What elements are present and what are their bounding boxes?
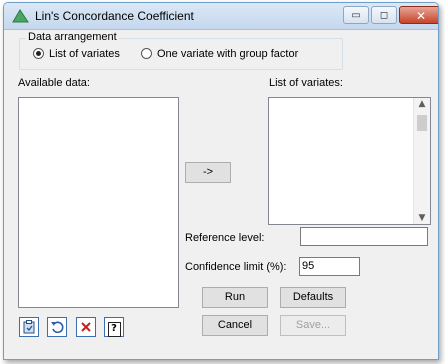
reference-level-input[interactable] bbox=[300, 227, 428, 246]
run-button[interactable]: Run bbox=[202, 287, 268, 308]
scroll-thumb[interactable] bbox=[417, 115, 427, 131]
move-to-list-button[interactable]: -> bbox=[185, 162, 231, 183]
window-title: Lin's Concordance Coefficient bbox=[35, 9, 194, 23]
close-button[interactable]: ✕ bbox=[399, 6, 438, 24]
available-data-label: Available data: bbox=[18, 77, 90, 89]
minimize-button[interactable]: ▭ bbox=[343, 6, 369, 24]
undo-icon[interactable] bbox=[47, 317, 67, 337]
radio-one-variate-group-factor-label[interactable]: One variate with group factor bbox=[157, 48, 298, 60]
save-button[interactable]: Save... bbox=[280, 315, 346, 336]
defaults-button[interactable]: Defaults bbox=[280, 287, 346, 308]
list-of-variates-label: List of variates: bbox=[269, 77, 343, 89]
confidence-limit-input[interactable]: 95 bbox=[299, 257, 360, 276]
cancel-button[interactable]: Cancel bbox=[202, 315, 268, 336]
clear-icon[interactable] bbox=[76, 317, 96, 337]
clipboard-icon[interactable] bbox=[19, 317, 39, 337]
reference-level-label: Reference level: bbox=[185, 232, 265, 244]
scroll-up-icon[interactable]: ▲ bbox=[414, 99, 430, 109]
data-arrangement-label: Data arrangement bbox=[26, 31, 119, 43]
available-data-list[interactable] bbox=[18, 97, 179, 308]
radio-one-variate-group-factor[interactable] bbox=[141, 48, 152, 59]
title-bar[interactable]: Lin's Concordance Coefficient ▭ ◻ ✕ bbox=[4, 3, 438, 30]
help-icon[interactable]: ? bbox=[104, 317, 124, 337]
dialog-window: Lin's Concordance Coefficient ▭ ◻ ✕ Data… bbox=[3, 2, 439, 360]
confidence-limit-label: Confidence limit (%): bbox=[185, 261, 287, 273]
list-of-variates-scrollbar[interactable]: ▲ ▼ bbox=[413, 98, 430, 224]
radio-list-of-variates-label[interactable]: List of variates bbox=[49, 48, 120, 60]
scroll-down-icon[interactable]: ▼ bbox=[414, 213, 430, 223]
maximize-button[interactable]: ◻ bbox=[371, 6, 397, 24]
list-of-variates-list[interactable]: ▲ ▼ bbox=[268, 97, 431, 225]
help-glyph: ? bbox=[107, 322, 121, 337]
app-icon bbox=[12, 9, 29, 23]
radio-list-of-variates[interactable] bbox=[33, 48, 44, 59]
